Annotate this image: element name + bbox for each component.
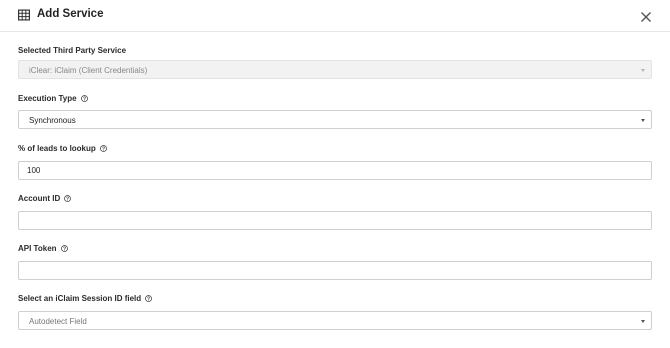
svg-text:?: ?: [102, 146, 105, 152]
chevron-down-icon: [641, 119, 645, 122]
modal-header: Add Service: [0, 0, 670, 32]
svg-text:?: ?: [83, 96, 86, 102]
api-token-input[interactable]: [18, 261, 652, 280]
close-icon[interactable]: [640, 10, 652, 22]
chevron-down-icon: [641, 69, 645, 72]
svg-text:?: ?: [66, 196, 69, 202]
table-icon: [18, 8, 31, 21]
account-id-label: Account ID ?: [18, 194, 72, 203]
chevron-down-icon: [641, 320, 645, 323]
session-id-field-select[interactable]: Autodetect Field: [18, 311, 652, 330]
leads-percent-input[interactable]: [18, 161, 652, 180]
execution-type-value: Synchronous: [29, 116, 76, 125]
api-token-label: API Token ?: [18, 244, 68, 253]
third-party-service-value: iClear: iClaim (Client Credentials): [29, 66, 148, 75]
svg-text:?: ?: [63, 246, 66, 252]
execution-type-label: Execution Type ?: [18, 94, 88, 103]
modal-title: Add Service: [37, 8, 104, 20]
third-party-service-label: Selected Third Party Service: [18, 46, 127, 55]
session-id-field-value: Autodetect Field: [29, 317, 87, 326]
help-circle-icon[interactable]: ?: [64, 195, 72, 202]
help-circle-icon[interactable]: ?: [145, 295, 153, 302]
help-circle-icon[interactable]: ?: [99, 145, 107, 152]
account-id-input[interactable]: [18, 211, 652, 230]
third-party-service-select: iClear: iClaim (Client Credentials): [18, 60, 652, 79]
help-circle-icon[interactable]: ?: [80, 95, 88, 102]
modal-title-group: Add Service: [18, 8, 104, 21]
session-id-field-label: Select an iClaim Session ID field ?: [18, 294, 153, 303]
execution-type-select[interactable]: Synchronous: [18, 110, 652, 129]
leads-percent-label: % of leads to lookup ?: [18, 144, 107, 153]
help-circle-icon[interactable]: ?: [60, 245, 68, 252]
svg-text:?: ?: [147, 296, 150, 302]
